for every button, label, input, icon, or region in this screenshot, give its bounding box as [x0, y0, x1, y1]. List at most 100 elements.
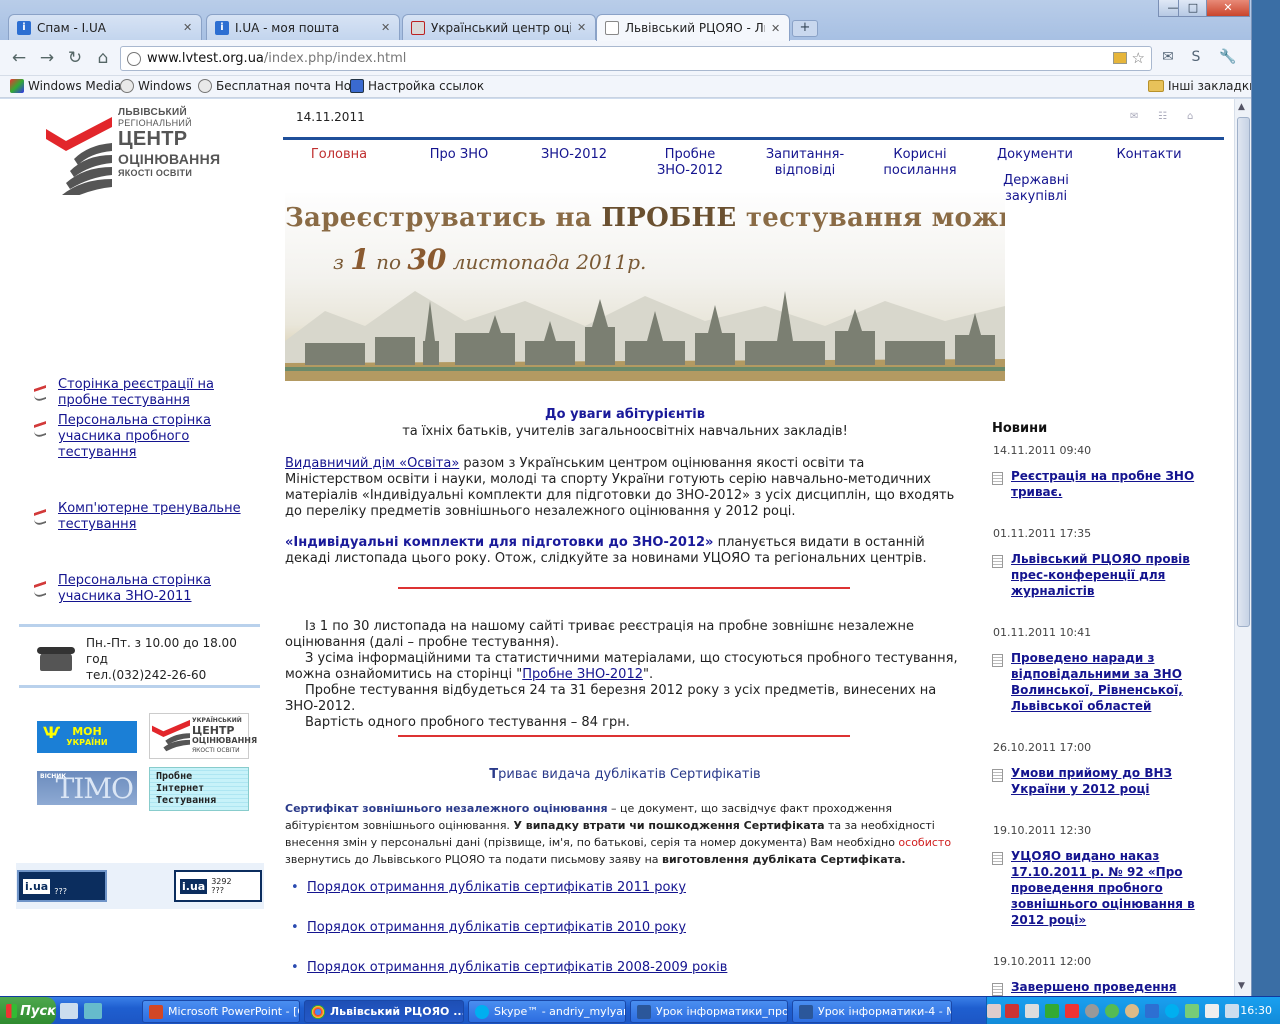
news-link[interactable]: Реєстрація на пробне ЗНО триває. [1011, 468, 1201, 500]
site-logo[interactable]: ЛЬВІВСЬКИЙ РЕГІОНАЛЬНИЙ ЦЕНТР ОЦІНЮВАННЯ… [44, 107, 244, 197]
back-arrow-icon[interactable]: ← [8, 47, 30, 69]
scroll-up-icon[interactable]: ▲ [1238, 102, 1245, 112]
tray-app-icon[interactable] [1105, 1004, 1119, 1018]
news-item[interactable]: Завершено проведення [992, 979, 1211, 996]
gmail-icon[interactable]: ✉ [1158, 49, 1178, 67]
show-desktop-icon[interactable] [60, 1003, 78, 1019]
left-menu-link[interactable]: Персональна сторінка учасника пробного т… [58, 413, 260, 461]
tray-app-icon[interactable] [1065, 1004, 1079, 1018]
network-icon[interactable] [1205, 1004, 1219, 1018]
bookmark-star-icon[interactable]: ☆ [1132, 49, 1145, 67]
scroll-down-icon[interactable]: ▼ [1238, 981, 1245, 991]
bookmark-free-mail[interactable]: Бесплатная почта Но... [198, 79, 363, 93]
left-menu-link[interactable]: Персональна сторінка учасника ЗНО-2011 [58, 573, 260, 605]
bookmark-windows[interactable]: Windows [120, 79, 192, 93]
probne-internet-banner[interactable]: Пробне Інтернет Тестування [149, 767, 249, 811]
news-item[interactable]: Проведено наради з відповідальними за ЗН… [992, 650, 1201, 714]
left-menu-link[interactable]: Сторінка реєстрації на пробне тестування [58, 377, 260, 409]
news-link[interactable]: УЦОЯО видано наказ 17.10.2011 р. № 92 «П… [1011, 848, 1211, 928]
close-tab-icon[interactable]: ✕ [381, 21, 391, 34]
news-link[interactable]: Завершено проведення [1011, 979, 1211, 996]
osvita-link[interactable]: Видавничий дім «Освіта» [285, 456, 459, 471]
tray-app-icon[interactable] [1125, 1004, 1139, 1018]
language-icon[interactable] [987, 1004, 1001, 1018]
news-link[interactable]: Львівський РЦОЯО провів прес-конференції… [1011, 551, 1201, 599]
news-link[interactable]: Умови прийому до ВНЗ України у 2012 році [1011, 765, 1211, 797]
close-window-button[interactable]: ✕ [1206, 0, 1250, 17]
doc-link-2008-2009[interactable]: Порядок отримання дублікатів сертифікаті… [307, 960, 727, 975]
news-link[interactable]: Проведено наради з відповідальними за ЗН… [1011, 650, 1201, 714]
start-button[interactable]: Пуск [0, 997, 56, 1024]
address-bar[interactable]: www.lvtest.org.ua/index.php/index.html ☆ [120, 46, 1152, 71]
new-tab-button[interactable]: + [792, 20, 818, 37]
nav-home[interactable]: Головна [284, 147, 394, 163]
iua-counter-1[interactable]: i.ua ??? [17, 870, 107, 902]
visnyk-timo-banner[interactable]: ВІСНИК ТІМО [37, 771, 137, 805]
taskbar-item-skype[interactable]: Skype™ - andriy_mylyanyk [468, 1000, 626, 1023]
nav-faq[interactable]: Запитання-відповіді [750, 147, 860, 179]
news-item[interactable]: Львівський РЦОЯО провів прес-конференції… [992, 551, 1201, 599]
vertical-scrollbar[interactable]: ▲ ▼ [1234, 99, 1251, 996]
home-icon[interactable]: ⌂ [1187, 111, 1193, 122]
skype-icon[interactable]: S [1186, 49, 1206, 67]
forward-arrow-icon[interactable]: → [36, 47, 58, 69]
news-item[interactable]: Умови прийому до ВНЗ України у 2012 році [992, 765, 1211, 797]
bookmark-windows-media[interactable]: Windows Media [10, 79, 121, 93]
nav-about-zno[interactable]: Про ЗНО [404, 147, 514, 163]
tray-app-icon[interactable] [1185, 1004, 1199, 1018]
bookmark-links-settings[interactable]: Настройка ссылок [350, 79, 484, 93]
close-tab-icon[interactable]: ✕ [183, 21, 193, 34]
mon-banner[interactable]: Ѱ МОН УКРАЇНИ [37, 721, 137, 753]
tab-mail[interactable]: i I.UA - моя пошта ✕ [206, 14, 400, 40]
doc-link-2011[interactable]: Порядок отримання дублікатів сертифікаті… [307, 880, 686, 895]
left-menu-item-registration[interactable]: Сторінка реєстрації на пробне тестування [34, 377, 260, 409]
nav-contacts[interactable]: Контакти [1094, 147, 1204, 163]
other-bookmarks[interactable]: Інші закладки [1148, 79, 1251, 93]
taskbar-item-powerpoint[interactable]: Microsoft PowerPoint - [О... [142, 1000, 300, 1023]
taskbar-item-word-2[interactable]: Урок інформатики-4 - Mi... [792, 1000, 952, 1023]
close-tab-icon[interactable]: ✕ [771, 22, 781, 35]
home-icon[interactable]: ⌂ [92, 47, 114, 69]
nav-trial-zno[interactable]: Пробне ЗНО-2012 [635, 147, 745, 179]
paragraph-dates: Пробне тестування відбудеться 24 та 31 б… [285, 683, 937, 714]
iua-tray-icon[interactable] [1145, 1004, 1159, 1018]
tab-lvtest[interactable]: Львівський РЦОЯО - Львівсі ✕ [596, 14, 790, 41]
news-item[interactable]: УЦОЯО видано наказ 17.10.2011 р. № 92 «П… [992, 848, 1211, 928]
quicklaunch-icon[interactable] [84, 1003, 102, 1019]
tab-ucoyo[interactable]: Український центр оцінюван ✕ [402, 14, 596, 40]
maximize-button[interactable]: □ [1178, 0, 1208, 17]
reload-icon[interactable]: ↻ [64, 47, 86, 69]
iua-counter-2[interactable]: i.ua 3292 ??? [174, 870, 262, 902]
skype-tray-icon[interactable] [1165, 1004, 1179, 1018]
tab-spam[interactable]: i Спам - I.UA ✕ [8, 14, 202, 40]
scroll-thumb[interactable] [1237, 117, 1250, 627]
taskbar-item-word-1[interactable]: Урок інформатики_про... [630, 1000, 788, 1023]
left-menu-link[interactable]: Комп'ютерне тренувальне тестування [58, 501, 260, 533]
left-menu-item-computer-training[interactable]: Комп'ютерне тренувальне тестування [34, 501, 260, 533]
left-menu-item-personal-2011[interactable]: Персональна сторінка учасника ЗНО-2011 [34, 573, 260, 605]
nav-useful-links[interactable]: Корисні посилання [865, 147, 975, 179]
ucoyo-banner[interactable]: УКРАЇНСЬКИЙ ЦЕНТР ОЦІНЮВАННЯ ЯКОСТІ ОСВІ… [149, 713, 257, 759]
registration-hero-banner[interactable]: Зареєструватись на ПРОБНЕ тестування мож… [285, 193, 1005, 381]
taskbar-item-chrome[interactable]: Львівський РЦОЯО ... [304, 1000, 464, 1023]
tray-app-icon[interactable] [1085, 1004, 1099, 1018]
certificate-loss: У випадку втрати чи пошкодження Сертифік… [513, 819, 825, 832]
news-item[interactable]: Реєстрація на пробне ЗНО триває. [992, 468, 1201, 500]
volume-icon[interactable] [1225, 1004, 1239, 1018]
wrench-icon[interactable]: 🔧 [1218, 49, 1238, 67]
ucoyo-line: ЯКОСТІ ОСВІТИ [192, 747, 240, 754]
trial-zno-link[interactable]: Пробне ЗНО-2012 [522, 667, 643, 682]
nav-zno-2012[interactable]: ЗНО-2012 [519, 147, 629, 163]
mail-icon[interactable]: ✉ [1130, 111, 1138, 122]
doc-link-2010[interactable]: Порядок отримання дублікатів сертифікаті… [307, 920, 686, 935]
sitemap-icon[interactable]: ☷ [1158, 111, 1167, 122]
red-divider [398, 587, 850, 589]
pdf-icon[interactable] [1005, 1004, 1019, 1018]
left-menu-item-personal-trial[interactable]: Персональна сторінка учасника пробного т… [34, 413, 260, 461]
header-rule [283, 137, 1224, 140]
tray-app-icon[interactable] [1045, 1004, 1059, 1018]
nav-documents[interactable]: Документи [980, 147, 1090, 163]
tray-app-icon[interactable] [1025, 1004, 1039, 1018]
page-action-icon[interactable] [1113, 52, 1127, 64]
close-tab-icon[interactable]: ✕ [577, 21, 587, 34]
